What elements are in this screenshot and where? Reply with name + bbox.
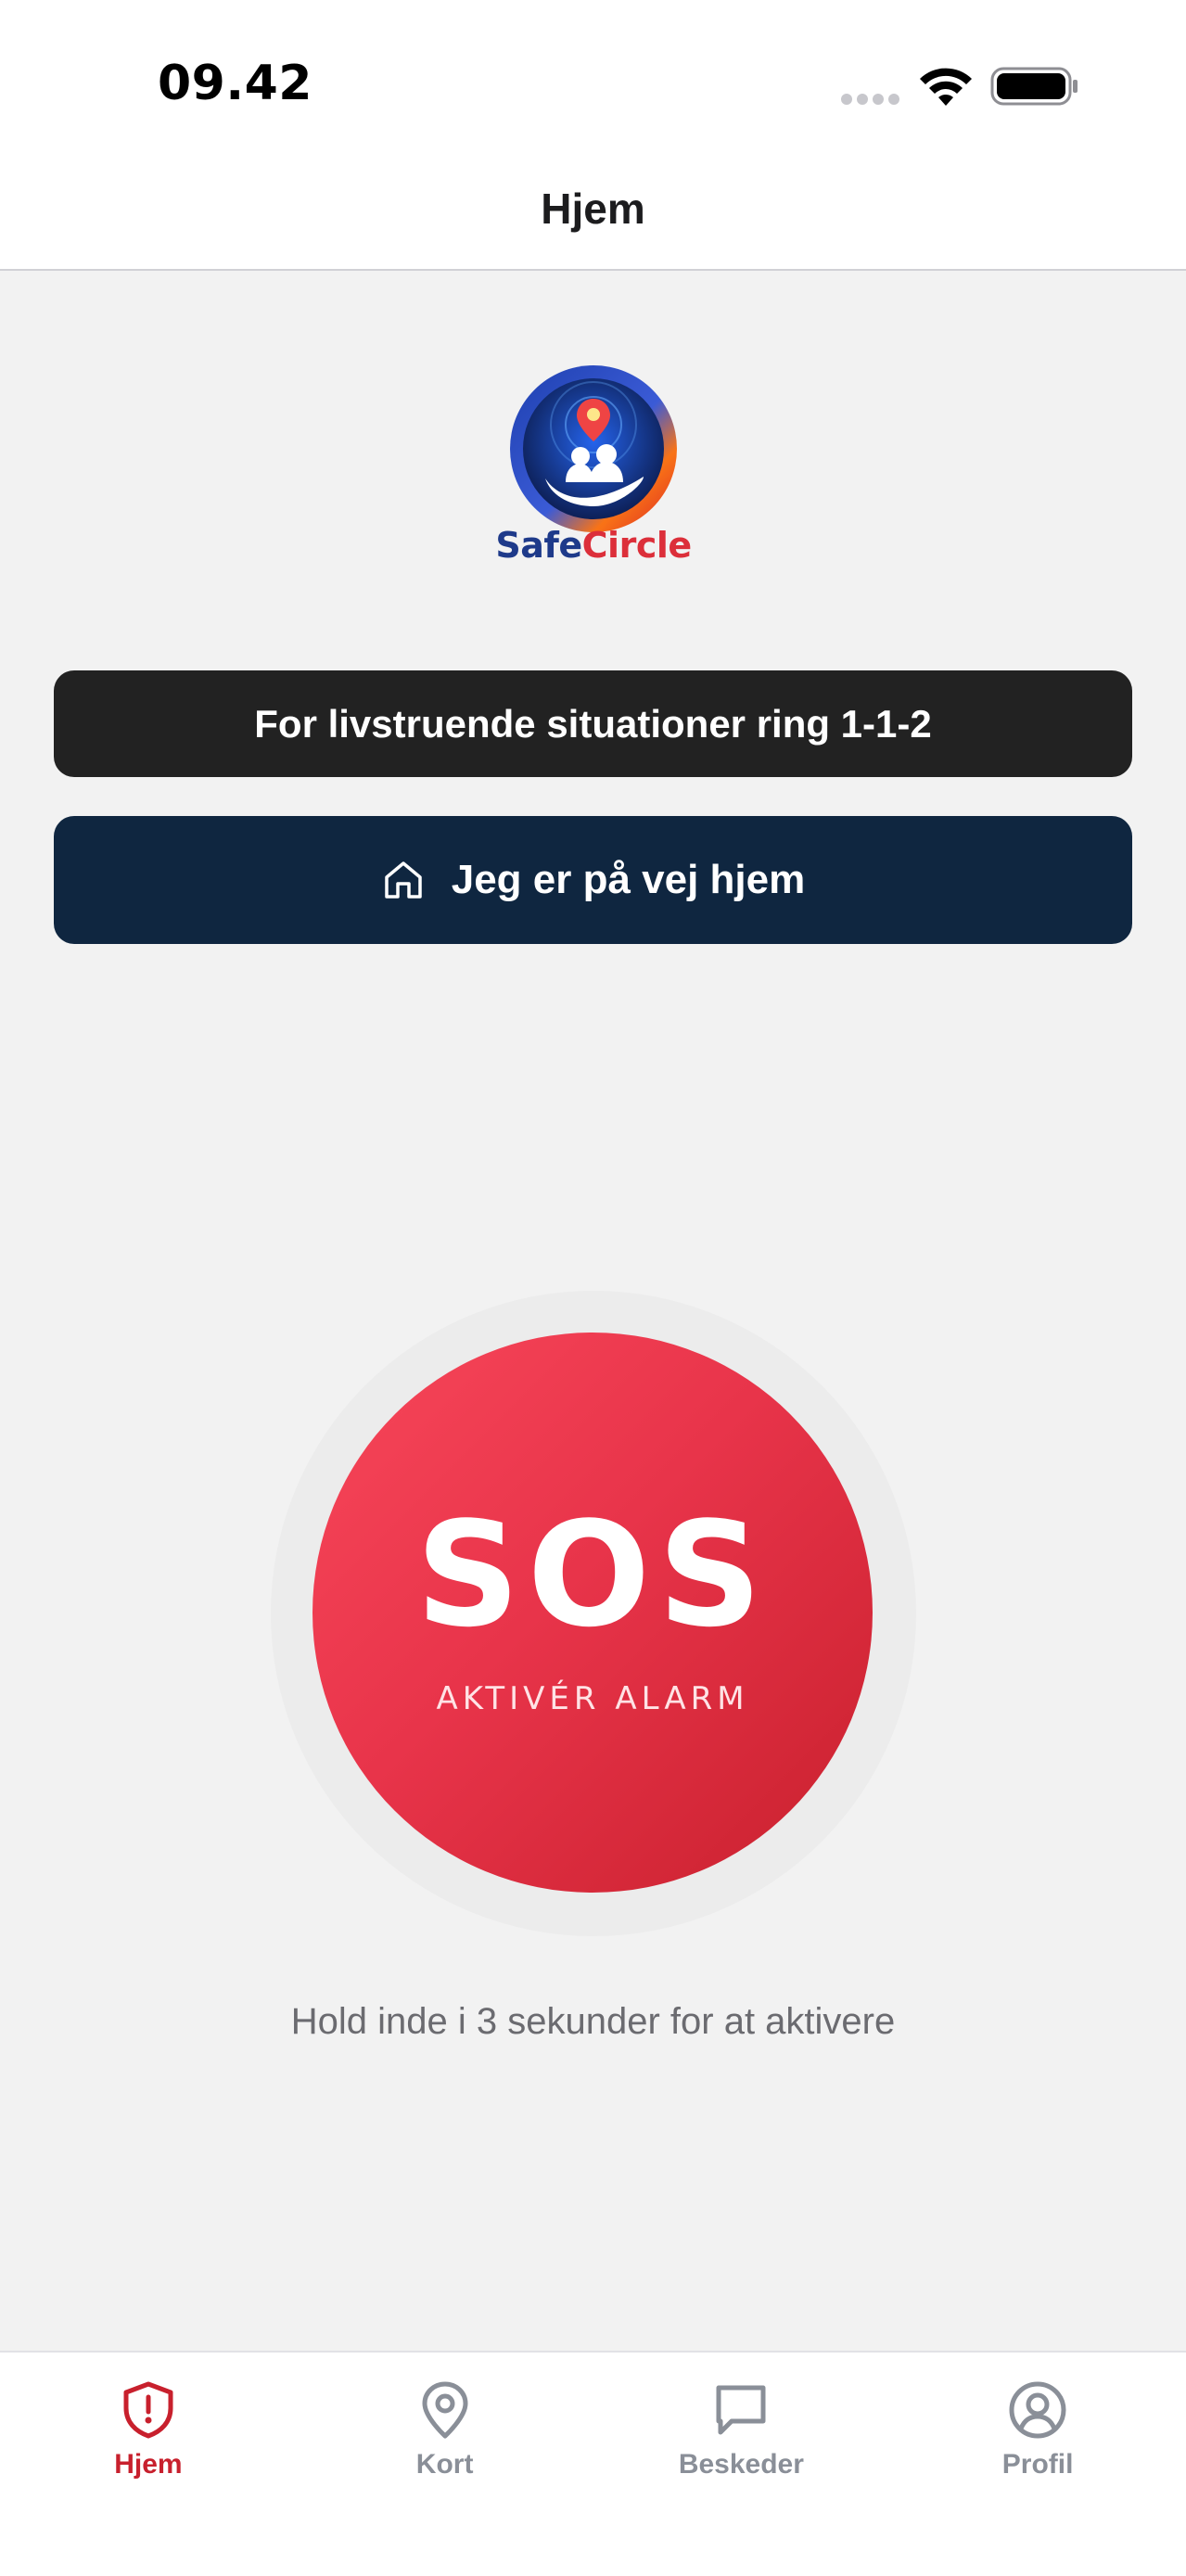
battery-icon bbox=[990, 67, 1078, 106]
tab-label: Kort bbox=[415, 2449, 474, 2480]
logo-wordmark: SafeCircle bbox=[495, 525, 692, 566]
user-circle-icon bbox=[1009, 2381, 1066, 2439]
safecircle-logo: SafeCircle bbox=[482, 352, 705, 575]
tab-beskeder[interactable]: Beskeder bbox=[593, 2353, 890, 2576]
map-pin-icon bbox=[422, 2381, 468, 2439]
sos-sublabel: AKTIVÉR ALARM bbox=[436, 1680, 749, 1717]
emergency-call-banner[interactable]: For livstruende situationer ring 1-1-2 bbox=[54, 670, 1132, 777]
tab-bar: Hjem Kort Beskeder Profil bbox=[0, 2351, 1186, 2576]
message-icon bbox=[716, 2385, 766, 2435]
sos-label: SOS bbox=[415, 1490, 770, 1659]
emergency-call-label: For livstruende situationer ring 1-1-2 bbox=[254, 701, 932, 746]
on-my-way-home-button[interactable]: Jeg er på vej hjem bbox=[54, 816, 1132, 944]
sos-hold-hint: Hold inde i 3 sekunder for at aktivere bbox=[290, 2001, 896, 2042]
tab-hjem[interactable]: Hjem bbox=[0, 2353, 297, 2576]
status-time: 09.42 bbox=[158, 56, 312, 111]
tab-label: Hjem bbox=[114, 2449, 183, 2480]
status-bar: 09.42 bbox=[0, 0, 1186, 159]
on-my-way-home-label: Jeg er på vej hjem bbox=[451, 857, 806, 902]
wifi-icon bbox=[920, 68, 972, 106]
shield-alert-icon bbox=[123, 2381, 173, 2439]
tab-kort[interactable]: Kort bbox=[297, 2353, 593, 2576]
tab-profil[interactable]: Profil bbox=[889, 2353, 1186, 2576]
cellular-signal-icon bbox=[841, 94, 899, 105]
page-title: Hjem bbox=[541, 185, 645, 233]
tab-label: Profil bbox=[1001, 2449, 1074, 2480]
logo-emblem-icon bbox=[510, 365, 677, 532]
tab-label: Beskeder bbox=[678, 2449, 804, 2480]
nav-header: Hjem bbox=[0, 159, 1186, 271]
sos-button[interactable]: SOS AKTIVÉR ALARM bbox=[312, 1333, 873, 1893]
app-screen: 09.42 Hjem SafeCircle For livstruende si… bbox=[0, 0, 1186, 2576]
home-icon bbox=[384, 861, 422, 899]
